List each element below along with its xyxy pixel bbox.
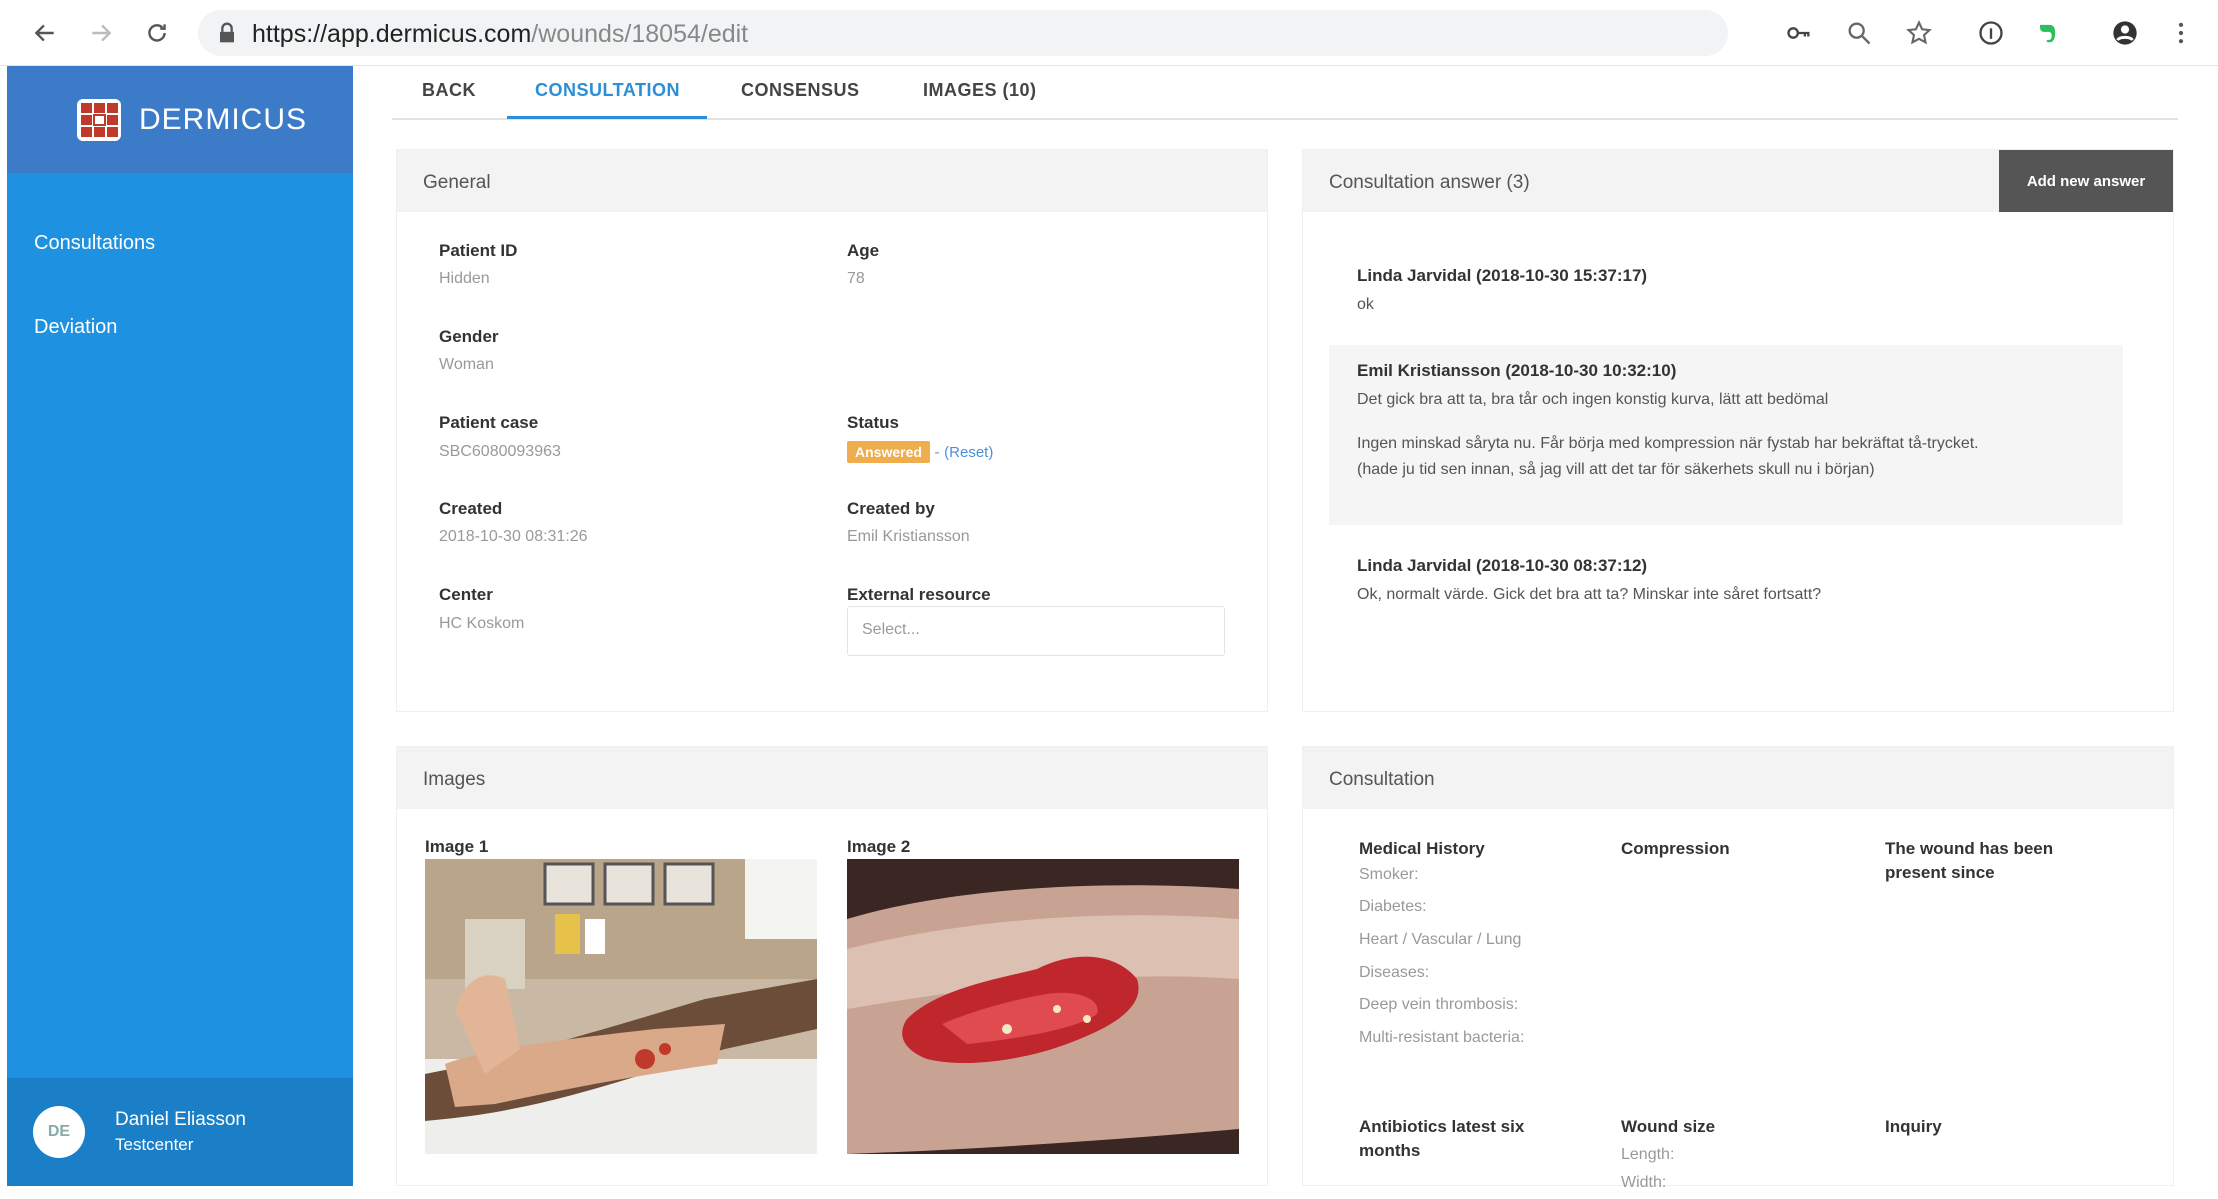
medical-history-heart: Heart / Vascular / Lung: [1359, 931, 1522, 948]
consultation-answer-panel: Consultation answer (3) Add new answer L…: [1302, 149, 2174, 712]
answer-author: Linda Jarvidal (2018-10-30 08:37:12): [1357, 556, 1648, 575]
zoom-icon[interactable]: [1842, 16, 1876, 50]
answer-text-line3: (hade ju tid sen innan, så jag vill att …: [1357, 461, 1875, 478]
compression-label: Compression: [1621, 839, 1730, 858]
url-text[interactable]: https://app.dermicus.com/wounds/18054/ed…: [252, 20, 748, 49]
user-name: Daniel Eliasson: [115, 1109, 246, 1130]
wound-size-width: Width:: [1621, 1174, 1667, 1191]
age-label: Age: [847, 241, 880, 260]
external-resource-select[interactable]: Select...: [847, 606, 1225, 656]
reload-icon[interactable]: [140, 16, 174, 50]
wound-photo-2[interactable]: [847, 859, 1239, 1154]
sidebar-item-consultations[interactable]: Consultations: [34, 232, 155, 255]
status-reset-link[interactable]: (Reset): [944, 444, 993, 461]
sidebar-item-deviation[interactable]: Deviation: [34, 316, 117, 339]
center-label: Center: [439, 585, 493, 604]
answer-author: Emil Kristiansson (2018-10-30 10:32:10): [1357, 361, 1677, 380]
medical-history-diseases: Diseases:: [1359, 964, 1430, 981]
wound-size-label: Wound size: [1621, 1117, 1716, 1136]
status-row: Answered - (Reset): [847, 441, 993, 463]
lock-icon: [210, 16, 244, 50]
tab-consensus[interactable]: CONSENSUS: [741, 80, 860, 101]
answer-item: Linda Jarvidal (2018-10-30 08:37:12) Ok,…: [1329, 540, 2123, 624]
star-icon[interactable]: [1902, 16, 1936, 50]
created-by-value: Emil Kristiansson: [847, 528, 970, 545]
antibiotics-label: Antibiotics latest six months: [1359, 1117, 1525, 1160]
general-panel: General Patient ID Hidden Age 78 Gender …: [396, 149, 1268, 712]
images-panel-title: Images: [397, 747, 1267, 809]
images-panel: Images Image 1 Image 2: [396, 746, 1268, 1186]
browser-chrome: https://app.dermicus.com/wounds/18054/ed…: [0, 0, 2218, 66]
avatar: DE: [33, 1106, 85, 1158]
user-profile[interactable]: DE Daniel Eliasson Testcenter: [7, 1078, 353, 1186]
external-resource-label: External resource: [847, 585, 991, 604]
tab-back[interactable]: BACK: [422, 80, 476, 101]
status-badge: Answered: [847, 441, 930, 463]
wound-photo-1[interactable]: [425, 859, 817, 1154]
active-tab-indicator: [507, 116, 707, 119]
url-host: https://app.dermicus.com: [252, 20, 532, 48]
created-by-label: Created by: [847, 499, 935, 518]
consultation-panel-title: Consultation: [1303, 747, 2173, 809]
image-2-label: Image 2: [847, 837, 911, 856]
info-icon[interactable]: [1974, 16, 2008, 50]
status-label: Status: [847, 413, 899, 432]
forward-arrow-icon[interactable]: [84, 16, 118, 50]
answer-text-line2: Ingen minskad sårytа nu. Får börja med k…: [1357, 435, 1979, 452]
tab-images[interactable]: IMAGES (10): [923, 80, 1037, 101]
created-label: Created: [439, 499, 503, 518]
medical-history-dvt: Deep vein thrombosis:: [1359, 996, 1519, 1013]
brand-header[interactable]: DERMICUS: [7, 66, 353, 173]
image-1-label: Image 1: [425, 837, 489, 856]
medical-history-smoker: Smoker:: [1359, 866, 1419, 883]
gender-label: Gender: [439, 327, 499, 346]
account-icon[interactable]: [2108, 16, 2142, 50]
answer-author: Linda Jarvidal (2018-10-30 15:37:17): [1357, 266, 1648, 285]
medical-history-diabetes: Diabetes:: [1359, 898, 1427, 915]
patient-id-value: Hidden: [439, 270, 490, 287]
answer-item: Emil Kristiansson (2018-10-30 10:32:10) …: [1329, 345, 2123, 525]
center-value: HC Koskom: [439, 615, 525, 632]
answer-text: Det gick bra att ta, bra tår och ingen k…: [1357, 391, 1829, 408]
answer-item: Linda Jarvidal (2018-10-30 15:37:17) ok: [1329, 250, 2123, 334]
consultation-panel: Consultation Medical History Smoker: Dia…: [1302, 746, 2174, 1191]
tab-bar: BACK CONSULTATION CONSENSUS IMAGES (10): [392, 66, 2178, 120]
age-value: 78: [847, 270, 865, 287]
back-arrow-icon[interactable]: [28, 16, 62, 50]
kebab-menu-icon[interactable]: [2164, 16, 2198, 50]
url-path: /wounds/18054/edit: [531, 20, 749, 48]
answer-text: Ok, normalt värde. Gick det bra att ta? …: [1357, 586, 1822, 603]
wound-present-label: The wound has been present since: [1885, 839, 2054, 882]
created-value: 2018-10-30 08:31:26: [439, 528, 588, 545]
sidebar: DERMICUS Consultations Deviation DE Dani…: [7, 66, 353, 1186]
add-new-answer-button[interactable]: Add new answer: [1999, 150, 2173, 212]
answer-text: ok: [1357, 296, 1374, 313]
medical-history-bacteria: Multi-resistant bacteria:: [1359, 1029, 1525, 1046]
patient-id-label: Patient ID: [439, 241, 518, 260]
tab-consultation[interactable]: CONSULTATION: [535, 80, 680, 101]
patient-case-label: Patient case: [439, 413, 539, 432]
medical-history-label: Medical History: [1359, 839, 1485, 858]
user-role: Testcenter: [115, 1135, 194, 1154]
brand-name: DERMICUS: [139, 102, 308, 136]
gender-value: Woman: [439, 356, 494, 373]
patient-case-value: SBC6080093963: [439, 443, 561, 460]
general-panel-title: General: [397, 150, 1267, 212]
evernote-icon[interactable]: [2030, 16, 2064, 50]
inquiry-label: Inquiry: [1885, 1117, 1942, 1136]
key-icon[interactable]: [1782, 16, 1816, 50]
dermicus-logo-icon: [77, 98, 121, 141]
